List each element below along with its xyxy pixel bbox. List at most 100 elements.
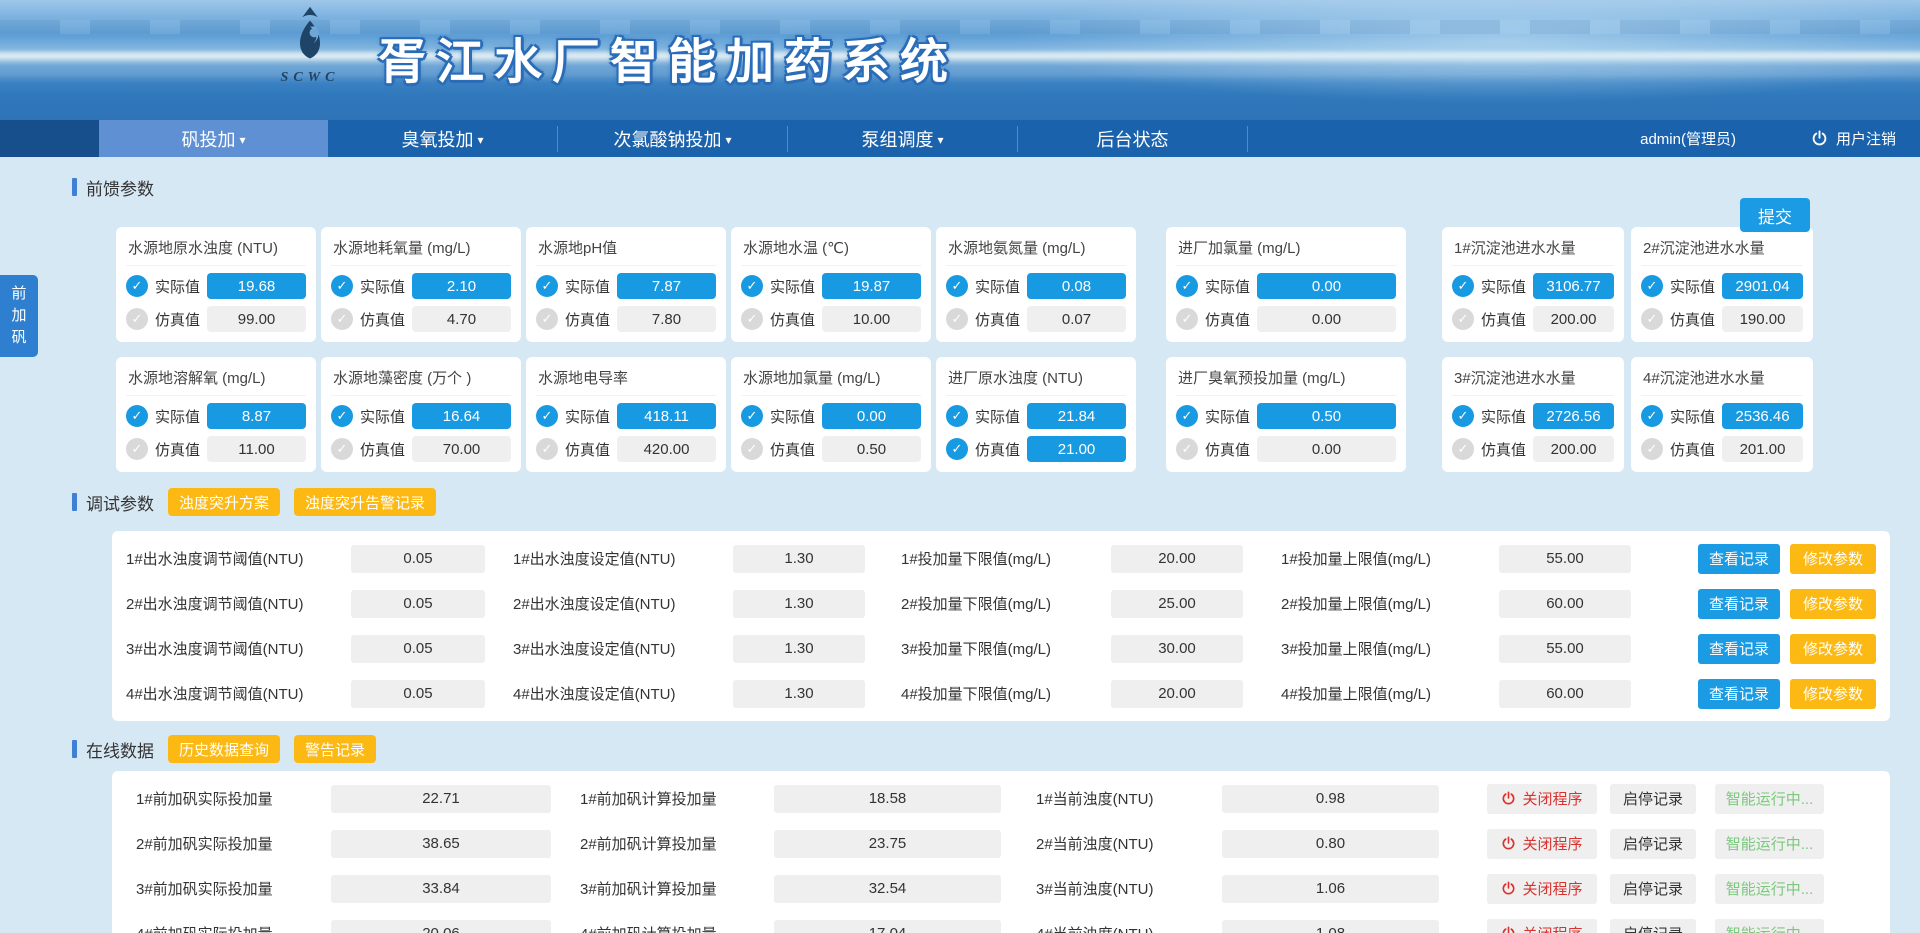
check-icon[interactable]: ✓ <box>331 438 353 460</box>
check-icon[interactable]: ✓ <box>536 308 558 330</box>
turbidity-surge-plan-button[interactable]: 浊度突升方案 <box>168 488 280 516</box>
check-icon[interactable]: ✓ <box>1176 308 1198 330</box>
actual-value-box[interactable]: 16.64 <box>412 403 511 429</box>
check-icon[interactable]: ✓ <box>741 438 763 460</box>
actual-value-box[interactable]: 8.87 <box>207 403 306 429</box>
nav-pump-scheduling[interactable]: 泵组调度 ▾ <box>788 120 1017 157</box>
start-stop-record-button[interactable]: 启停记录 <box>1610 829 1696 859</box>
start-stop-record-button[interactable]: 启停记录 <box>1610 874 1696 904</box>
value-box[interactable]: 20.00 <box>1111 545 1243 573</box>
view-record-button[interactable]: 查看记录 <box>1698 679 1780 709</box>
close-program-button[interactable]: 关闭程序 <box>1487 919 1597 933</box>
sim-value-box[interactable]: 11.00 <box>207 436 306 462</box>
value-box[interactable]: 0.05 <box>351 635 485 663</box>
check-icon[interactable]: ✓ <box>536 405 558 427</box>
view-record-button[interactable]: 查看记录 <box>1698 589 1780 619</box>
actual-value-box[interactable]: 0.08 <box>1027 273 1126 299</box>
sim-value-box[interactable]: 420.00 <box>617 436 716 462</box>
close-program-button[interactable]: 关闭程序 <box>1487 784 1597 814</box>
value-box[interactable]: 1.30 <box>733 680 865 708</box>
view-record-button[interactable]: 查看记录 <box>1698 544 1780 574</box>
sim-value-box[interactable]: 200.00 <box>1533 306 1614 332</box>
check-icon[interactable]: ✓ <box>126 405 148 427</box>
side-tab-pre-alum[interactable]: 前加矾 <box>0 275 38 357</box>
modify-param-button[interactable]: 修改参数 <box>1790 634 1876 664</box>
check-icon[interactable]: ✓ <box>741 405 763 427</box>
actual-value-box[interactable]: 2901.04 <box>1722 273 1803 299</box>
modify-param-button[interactable]: 修改参数 <box>1790 679 1876 709</box>
sim-value-box[interactable]: 0.00 <box>1257 436 1396 462</box>
check-icon[interactable]: ✓ <box>1452 308 1474 330</box>
actual-value-box[interactable]: 2.10 <box>412 273 511 299</box>
check-icon[interactable]: ✓ <box>1641 405 1663 427</box>
check-icon[interactable]: ✓ <box>946 275 968 297</box>
actual-value-box[interactable]: 2726.56 <box>1533 403 1614 429</box>
value-box[interactable]: 0.05 <box>351 590 485 618</box>
logout-button[interactable]: 用户注销 <box>1811 128 1896 149</box>
check-icon[interactable]: ✓ <box>946 438 968 460</box>
check-icon[interactable]: ✓ <box>126 308 148 330</box>
start-stop-record-button[interactable]: 启停记录 <box>1610 919 1696 933</box>
nav-backend-status[interactable]: 后台状态 <box>1018 120 1247 157</box>
check-icon[interactable]: ✓ <box>536 438 558 460</box>
value-box[interactable]: 55.00 <box>1499 635 1631 663</box>
sim-value-box[interactable]: 0.00 <box>1257 306 1396 332</box>
check-icon[interactable]: ✓ <box>126 438 148 460</box>
sim-value-box[interactable]: 0.07 <box>1027 306 1126 332</box>
check-icon[interactable]: ✓ <box>1176 405 1198 427</box>
value-box[interactable]: 60.00 <box>1499 680 1631 708</box>
check-icon[interactable]: ✓ <box>1176 438 1198 460</box>
value-box[interactable]: 1.30 <box>733 590 865 618</box>
value-box[interactable]: 0.05 <box>351 545 485 573</box>
actual-value-box[interactable]: 0.50 <box>1257 403 1396 429</box>
sim-value-box[interactable]: 4.70 <box>412 306 511 332</box>
sim-value-box[interactable]: 10.00 <box>822 306 921 332</box>
actual-value-box[interactable]: 19.87 <box>822 273 921 299</box>
check-icon[interactable]: ✓ <box>1452 438 1474 460</box>
sim-value-box[interactable]: 7.80 <box>617 306 716 332</box>
sim-value-box[interactable]: 21.00 <box>1027 436 1126 462</box>
nav-naclo-dosing[interactable]: 次氯酸钠投加 ▾ <box>558 120 787 157</box>
value-box[interactable]: 0.05 <box>351 680 485 708</box>
value-box[interactable]: 1.30 <box>733 635 865 663</box>
value-box[interactable]: 1.30 <box>733 545 865 573</box>
actual-value-box[interactable]: 0.00 <box>1257 273 1396 299</box>
check-icon[interactable]: ✓ <box>741 275 763 297</box>
check-icon[interactable]: ✓ <box>946 308 968 330</box>
sim-value-box[interactable]: 70.00 <box>412 436 511 462</box>
actual-value-box[interactable]: 21.84 <box>1027 403 1126 429</box>
actual-value-box[interactable]: 19.68 <box>207 273 306 299</box>
turbidity-surge-alarm-button[interactable]: 浊度突升告警记录 <box>294 488 436 516</box>
value-box[interactable]: 25.00 <box>1111 590 1243 618</box>
actual-value-box[interactable]: 3106.77 <box>1533 273 1614 299</box>
nav-ozone-dosing[interactable]: 臭氧投加 ▾ <box>328 120 557 157</box>
check-icon[interactable]: ✓ <box>1641 438 1663 460</box>
close-program-button[interactable]: 关闭程序 <box>1487 829 1597 859</box>
alarm-record-button[interactable]: 警告记录 <box>294 735 376 763</box>
check-icon[interactable]: ✓ <box>331 405 353 427</box>
actual-value-box[interactable]: 418.11 <box>617 403 716 429</box>
history-query-button[interactable]: 历史数据查询 <box>168 735 280 763</box>
sim-value-box[interactable]: 190.00 <box>1722 306 1803 332</box>
actual-value-box[interactable]: 7.87 <box>617 273 716 299</box>
actual-value-box[interactable]: 2536.46 <box>1722 403 1803 429</box>
view-record-button[interactable]: 查看记录 <box>1698 634 1780 664</box>
check-icon[interactable]: ✓ <box>1452 405 1474 427</box>
check-icon[interactable]: ✓ <box>126 275 148 297</box>
sim-value-box[interactable]: 0.50 <box>822 436 921 462</box>
check-icon[interactable]: ✓ <box>1641 275 1663 297</box>
check-icon[interactable]: ✓ <box>1176 275 1198 297</box>
sim-value-box[interactable]: 200.00 <box>1533 436 1614 462</box>
value-box[interactable]: 55.00 <box>1499 545 1631 573</box>
sim-value-box[interactable]: 99.00 <box>207 306 306 332</box>
close-program-button[interactable]: 关闭程序 <box>1487 874 1597 904</box>
submit-button[interactable]: 提交 <box>1740 198 1810 232</box>
modify-param-button[interactable]: 修改参数 <box>1790 589 1876 619</box>
modify-param-button[interactable]: 修改参数 <box>1790 544 1876 574</box>
check-icon[interactable]: ✓ <box>331 308 353 330</box>
nav-alum-dosing[interactable]: 矾投加 ▾ <box>99 120 328 157</box>
check-icon[interactable]: ✓ <box>1641 308 1663 330</box>
check-icon[interactable]: ✓ <box>946 405 968 427</box>
value-box[interactable]: 30.00 <box>1111 635 1243 663</box>
value-box[interactable]: 20.00 <box>1111 680 1243 708</box>
